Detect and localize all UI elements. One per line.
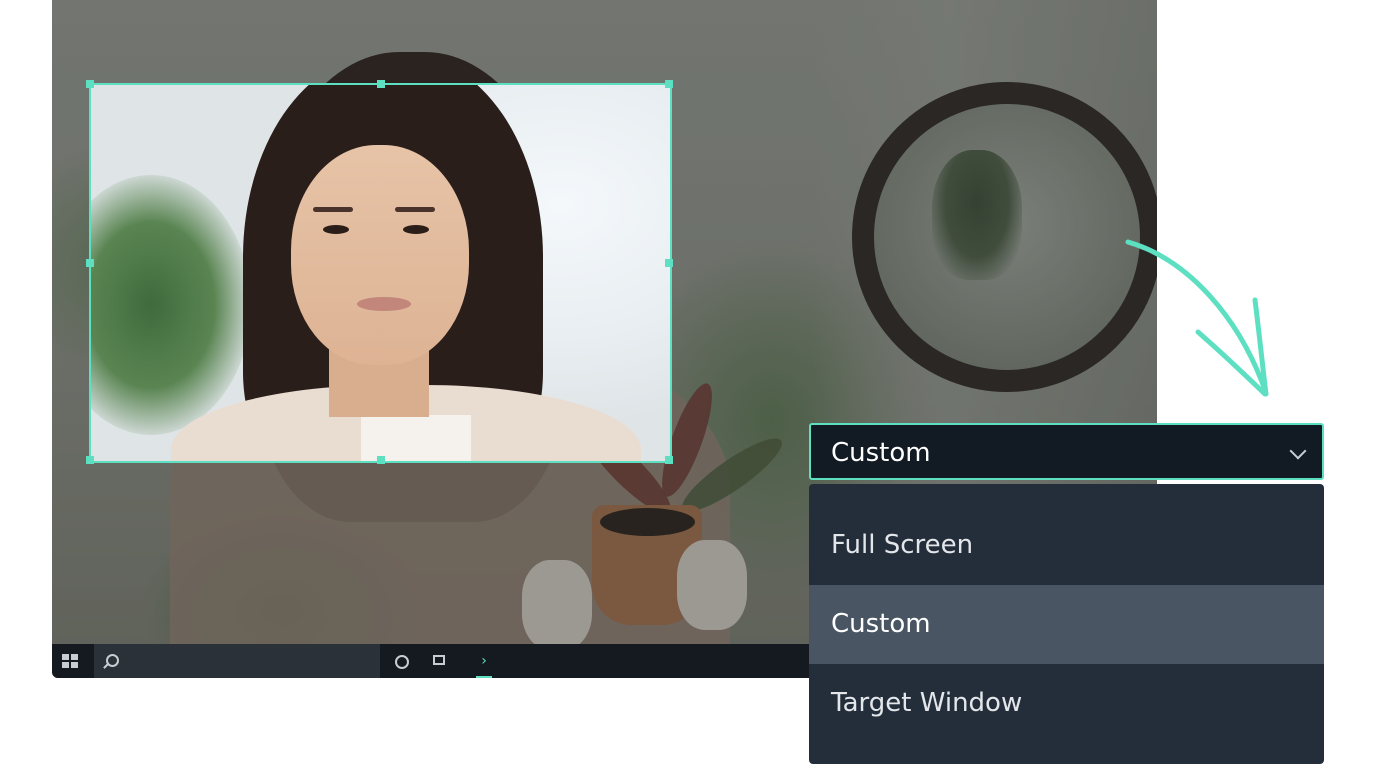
- stage: › Custom Full Screen Custom Target Windo…: [0, 0, 1380, 768]
- option-target-window[interactable]: Target Window: [809, 664, 1324, 743]
- plant-image: [91, 175, 251, 435]
- dropdown-menu: Full Screen Custom Target Window: [809, 484, 1324, 764]
- search-icon: [106, 654, 119, 667]
- eye: [403, 225, 429, 234]
- eye: [323, 225, 349, 234]
- person-face-image: [291, 145, 469, 365]
- taskbar-search-box[interactable]: [94, 644, 380, 678]
- cortana-icon[interactable]: [395, 655, 409, 669]
- crop-handle-bottom-left[interactable]: [86, 456, 94, 464]
- dropdown-selected-value: Custom: [831, 438, 931, 468]
- crop-handle-middle-right[interactable]: [665, 259, 673, 267]
- windows-start-icon[interactable]: [62, 654, 78, 668]
- task-view-icon[interactable]: [433, 655, 445, 665]
- option-full-screen[interactable]: Full Screen: [809, 506, 1324, 585]
- eyebrow: [395, 207, 435, 212]
- curved-arrow-icon: [1125, 239, 1269, 397]
- crop-handle-top-center[interactable]: [377, 80, 385, 88]
- recorder-app-icon[interactable]: ›: [472, 650, 496, 678]
- crop-handle-middle-left[interactable]: [86, 259, 94, 267]
- crop-handle-top-left[interactable]: [86, 80, 94, 88]
- crop-handle-bottom-right[interactable]: [665, 456, 673, 464]
- capture-area-dropdown[interactable]: Custom: [809, 423, 1324, 480]
- chevron-down-icon: [1289, 442, 1307, 460]
- eyebrow: [313, 207, 353, 212]
- crop-handle-bottom-center[interactable]: [377, 456, 385, 464]
- crop-selection-area[interactable]: [89, 83, 672, 463]
- crop-handle-top-right[interactable]: [665, 80, 673, 88]
- option-custom[interactable]: Custom: [809, 585, 1324, 664]
- lips: [357, 297, 411, 311]
